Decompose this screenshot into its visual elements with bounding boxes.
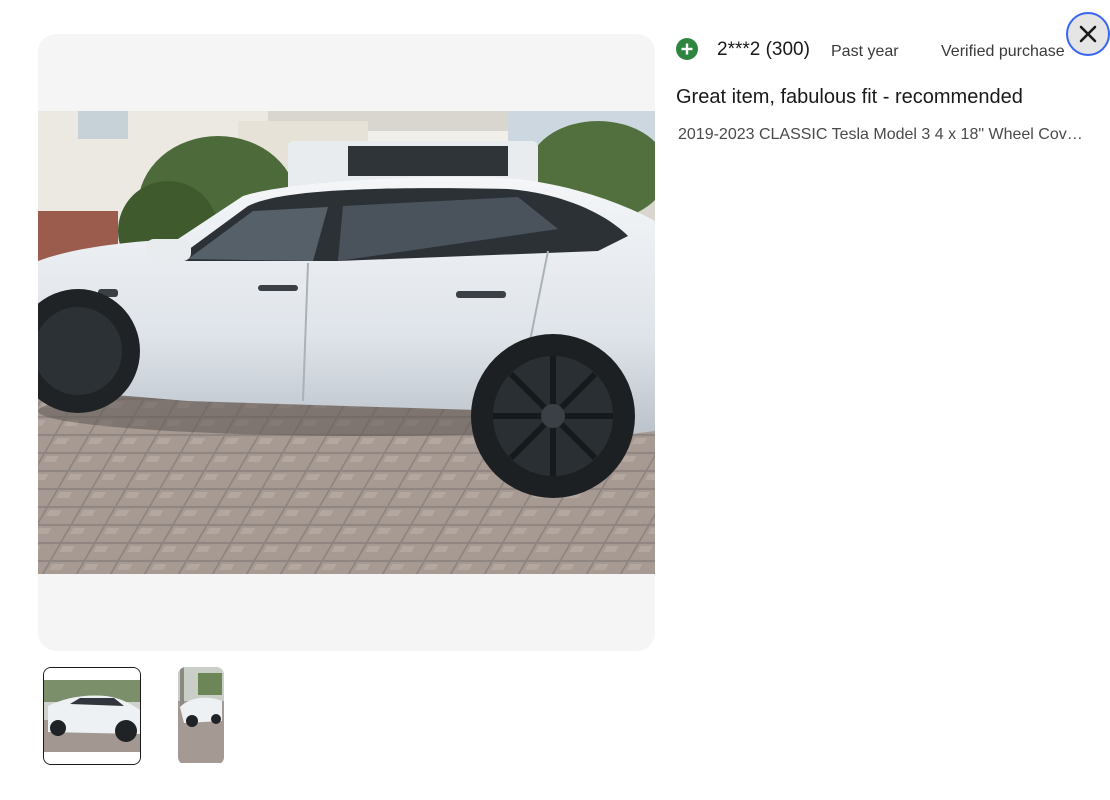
review-date: Past year (831, 43, 899, 60)
product-name[interactable]: 2019-2023 CLASSIC Tesla Model 3 4 x 18" … (678, 126, 1090, 144)
close-icon (1078, 24, 1098, 44)
review-title: Great item, fabulous fit - recommended (676, 86, 1023, 108)
thumbnail-1[interactable] (43, 667, 141, 765)
review-photo (38, 111, 655, 574)
review-header: 2***2 (300) Past year Verified purchase (676, 36, 1076, 62)
thumbnail-2[interactable] (178, 667, 224, 765)
plus-circle-icon (676, 38, 698, 60)
reviewer-name: 2***2 (300) (717, 39, 810, 60)
verified-purchase-label: Verified purchase (941, 43, 1065, 60)
main-image-stage (38, 34, 655, 651)
close-button[interactable] (1066, 12, 1110, 56)
